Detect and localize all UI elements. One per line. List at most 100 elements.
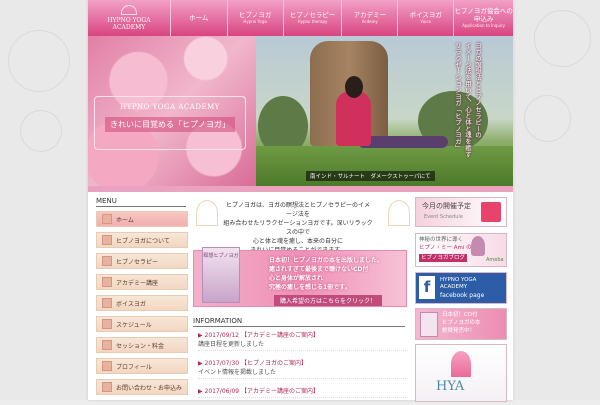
promo-line: 癒されすぎて最後まで聴けないCD付: [269, 266, 369, 273]
sidebar-item-academy[interactable]: アカデミー講座: [96, 274, 188, 290]
nav-sublabel: Voice: [420, 19, 432, 24]
hya-logo-text: HYA: [436, 379, 465, 394]
nav-label: ヒプノセラピー: [289, 11, 336, 19]
nav-label: アカデミー: [353, 11, 387, 19]
hero-photo-caption: 南インド・サルナート ダメークストゥーパにて: [306, 171, 435, 181]
blog-line3: ヒプノヨガブログ: [419, 254, 468, 262]
schedule-subtitle: Event Schedule: [424, 214, 463, 220]
left-background: [0, 0, 88, 400]
news-date: ▶ 2017/06/09 【アカデミー講座のご案内】: [198, 388, 320, 395]
sidebar-item-about[interactable]: ヒプノヨガについて: [96, 232, 188, 248]
sidebar-item-label: プロフィール: [116, 363, 152, 371]
portrait-image: [471, 236, 485, 256]
logo-line2: ACADEMY: [112, 24, 146, 31]
sidebar-item-schedule[interactable]: スケジュール: [96, 316, 188, 332]
sidebar-item-label: アカデミー講座: [116, 279, 159, 287]
sidebar-item-price[interactable]: セッション・料金: [96, 337, 188, 353]
sidebar-menu: ホーム ヒプノヨガについて ヒプノセラピー アカデミー講座 ボイスヨガ スケジュ…: [96, 211, 188, 400]
news-body: 講座日程を更新しました: [198, 341, 265, 348]
news-item[interactable]: ▶ 2017/07/30 【ヒプノヨガのご案内】 イベント情報を掲載しました: [198, 358, 408, 379]
nav-item-hypno-therapy[interactable]: ヒプノセラピー Hypno therapy: [284, 0, 343, 36]
nav-sublabel: Hypno Yoga: [243, 19, 267, 24]
facebook-sub: ACADEMY: [440, 284, 468, 290]
lace-ornament: [20, 110, 62, 152]
nav-item-hypno-yoga[interactable]: ヒプノヨガ Hypno Yoga: [228, 0, 284, 36]
yoga-woman-head: [345, 76, 363, 98]
intro-text: ヒプノヨガは、ヨガの瞑想法とヒプノセラピーのイメージ法を 組み合わせたリラクゼー…: [223, 201, 373, 255]
hero-vertical-text-1: ヨガの瞑想法とヒプノセラピーの: [474, 42, 482, 138]
nav-sublabel: Application to Inquiry: [462, 23, 505, 28]
nav-item-home[interactable]: ホーム: [171, 0, 228, 36]
yoga-woman-figure: [336, 91, 371, 146]
news-list: ▶ 2017/09/12 【アカデミー講座のご案内】 講座日程を更新しました ▶…: [198, 330, 408, 405]
nav-label: ヒプノヨガ: [238, 11, 272, 19]
intro-line: 組み合わせたリラクゼーションヨガです。深いリラックスの中で: [223, 220, 373, 236]
hero-subtitle: きれいに目覚める「ヒプノヨガ」: [105, 117, 235, 132]
news-item[interactable]: ▶ 2017/06/09 【アカデミー講座のご案内】: [198, 386, 408, 398]
hero-vertical-text-2: イメージ法を用いて、心と体と魂を癒す: [464, 42, 472, 158]
sidebar-item-home[interactable]: ホーム: [96, 211, 188, 227]
nav-sublabel: Acdemy: [361, 19, 378, 24]
intro-line: 心と体と魂を癒し、本来の自分に: [252, 238, 343, 245]
yoga-pose-legs: [358, 136, 448, 148]
news-date: ▶ 2017/07/30 【ヒプノヨガのご案内】: [198, 360, 308, 367]
bullet-icon: [102, 277, 112, 287]
hero-vertical-text-3: リラクゼーションヨガ「ヒプノヨガ」: [454, 42, 462, 151]
logo-line1: HYPNO YOGA: [107, 17, 151, 24]
hero-banner: HYPNO YOGA ACADEMY きれいに目覚める「ヒプノヨガ」 ヨガの瞑想…: [88, 36, 513, 186]
facebook-banner[interactable]: f HYPNO YOGA ACADEMY facebook page: [415, 272, 507, 304]
bullet-icon: [102, 235, 112, 245]
schedule-title: 今月の開催予定: [422, 202, 471, 210]
nav-label: ホーム: [189, 14, 209, 22]
purchase-link[interactable]: 購入希望の方はこちらをクリック！: [274, 295, 383, 306]
sidebar-item-label: スケジュール: [116, 321, 152, 329]
ameba-logo: Ameba: [486, 257, 504, 263]
lotus-flower-icon: [451, 351, 471, 377]
news-item[interactable]: ▶ 2017/09/12 【アカデミー講座のご案内】 講座日程を更新しました: [198, 330, 408, 351]
divider-bar: [88, 186, 513, 192]
bullet-icon: [102, 382, 112, 392]
event-schedule-banner[interactable]: 今月の開催予定 Event Schedule: [415, 197, 507, 227]
lace-ornament: [524, 95, 571, 142]
lotus-icon: [120, 5, 137, 15]
bullet-icon: [102, 340, 112, 350]
hero-title: HYPNO YOGA ACADEMY: [120, 103, 220, 111]
facebook-icon: f: [419, 276, 435, 299]
nav-item-voice[interactable]: ボイスヨガ Voice: [398, 0, 455, 36]
sidebar-item-profile[interactable]: プロフィール: [96, 358, 188, 374]
nav-label: ボイスヨガ: [409, 11, 442, 19]
sidebar-item-voice[interactable]: ボイスヨガ: [96, 295, 188, 311]
sale-line3: 絶賛発売中！: [442, 328, 476, 334]
ornament-right-icon: [388, 200, 410, 226]
site-logo[interactable]: HYPNO YOGA ACADEMY: [88, 0, 171, 36]
menu-heading: MENU: [96, 197, 186, 207]
book-cover: 瞑想ヒプノヨガ: [202, 247, 240, 303]
sidebar-item-label: ホーム: [116, 216, 134, 224]
sidebar-item-label: ヒプノセラピー: [116, 258, 159, 266]
bullet-icon: [102, 256, 112, 266]
promo-line: 日本初！ヒプノヨガの本を出版しました。: [269, 257, 384, 264]
sale-line1: 日本初！CD付: [442, 312, 478, 318]
sidebar-item-label: ヒプノヨガについて: [116, 237, 170, 245]
book-thumbnail: [420, 312, 438, 337]
promo-text: 日本初！ヒプノヨガの本を出版しました。 癒されすぎて最後まで聴けないCD付 心と…: [269, 256, 383, 292]
facebook-page-label: facebook page: [440, 292, 485, 299]
sidebar-item-contact[interactable]: お問い合わせ・お申込み: [96, 379, 188, 395]
sale-line2: ヒプノヨガの本: [442, 320, 481, 326]
blog-banner[interactable]: 神秘の世界に導く ヒプノ・ミー Ami の ヒプノヨガブログ Ameba: [415, 233, 507, 267]
news-date: ▶ 2017/09/12 【アカデミー講座のご案内】: [198, 332, 320, 339]
top-navigation: HYPNO YOGA ACADEMY ホーム ヒプノヨガ Hypno Yoga …: [88, 0, 513, 36]
promo-line: 究極の癒しを感じる1冊です。: [269, 284, 351, 291]
book-sale-banner[interactable]: 日本初！CD付 ヒプノヨガの本 絶賛発売中！: [415, 308, 507, 340]
book-promo-banner[interactable]: 瞑想ヒプノヨガ 日本初！ヒプノヨガの本を出版しました。 癒されすぎて最後まで聴け…: [193, 247, 407, 307]
lace-ornament: [8, 30, 70, 92]
sidebar-item-label: お問い合わせ・お申込み: [116, 384, 183, 392]
blog-line1: 神秘の世界に導く: [419, 237, 464, 243]
academy-logo-banner[interactable]: HYA: [415, 344, 507, 402]
sidebar-item-therapy[interactable]: ヒプノセラピー: [96, 253, 188, 269]
information-heading: INFORMATION: [193, 317, 405, 327]
nav-label: ヒプノヨガ協会への申込み: [454, 7, 513, 23]
nav-item-application[interactable]: ヒプノヨガ協会への申込み Application to Inquiry: [454, 0, 513, 36]
ornament-left-icon: [196, 200, 218, 226]
nav-item-academy[interactable]: アカデミー Acdemy: [342, 0, 399, 36]
